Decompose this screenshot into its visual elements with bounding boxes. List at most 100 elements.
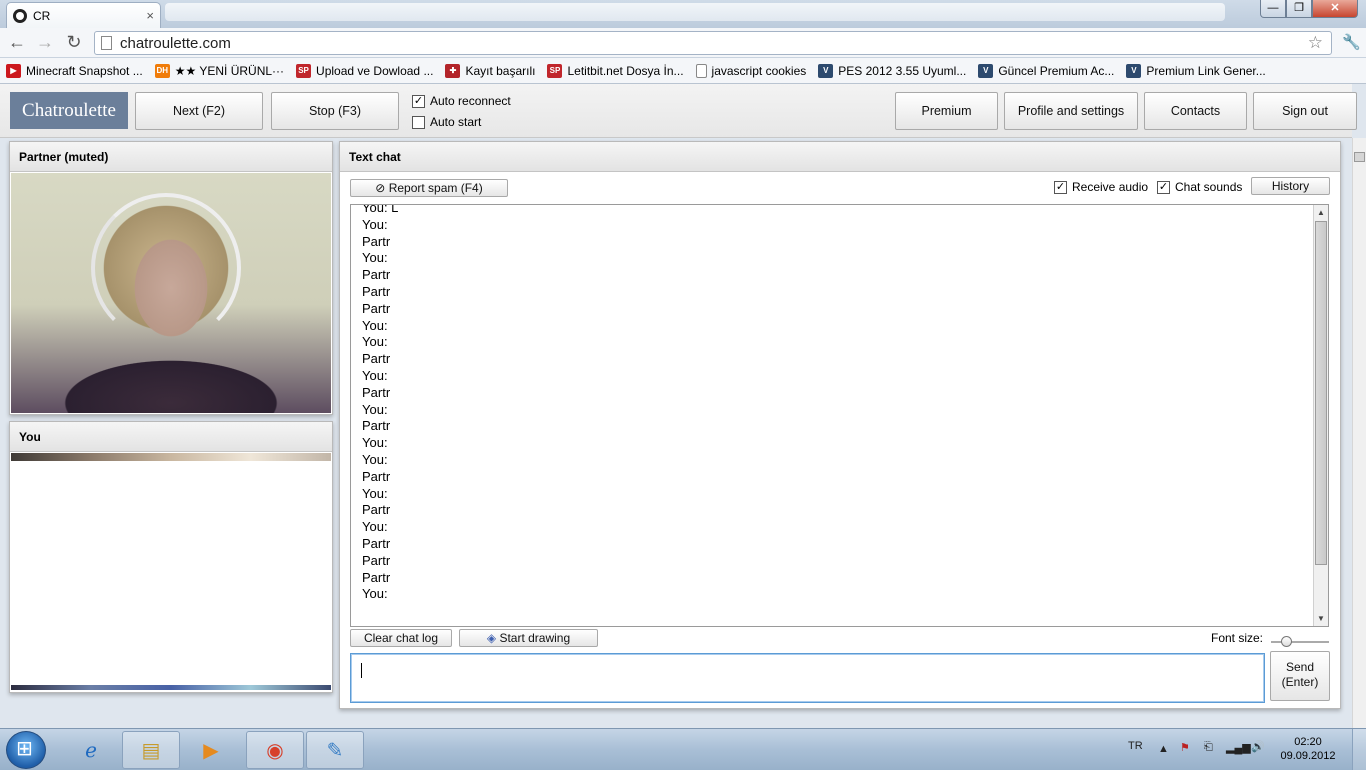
bookmark-item[interactable]: DH ★★ YENİ ÜRÜNL··· bbox=[154, 63, 284, 78]
font-size-slider[interactable] bbox=[1271, 636, 1329, 648]
chat-message: Partr bbox=[362, 267, 391, 283]
premium-button[interactable]: Premium bbox=[895, 92, 998, 130]
chat-message: Partr bbox=[362, 233, 391, 249]
chat-scrollbar[interactable]: ▲ ▼ bbox=[1313, 205, 1328, 626]
wrench-menu-icon[interactable]: 🔧 bbox=[1342, 33, 1361, 51]
next-button[interactable]: Next (F2) bbox=[135, 92, 263, 130]
minimize-button[interactable]: — bbox=[1260, 0, 1286, 18]
file-explorer-icon[interactable]: ▤ bbox=[122, 731, 180, 769]
address-bar[interactable]: chatroulette.com ☆ bbox=[94, 31, 1332, 55]
chat-message: You: bbox=[362, 250, 388, 266]
chat-message: Partr bbox=[362, 384, 391, 400]
bookmark-item[interactable]: javascript cookies bbox=[695, 63, 806, 78]
window-controls: — ❐ ✕ bbox=[1260, 0, 1358, 18]
start-drawing-button[interactable]: ◈ Start drawing bbox=[459, 629, 598, 647]
language-indicator[interactable]: TR bbox=[1128, 740, 1143, 752]
chat-message: Partr bbox=[362, 418, 391, 434]
bookmark-item[interactable]: SP Letitbit.net Dosya İn... bbox=[547, 63, 684, 78]
chatroulette-appbar: Chatroulette Next (F2) Stop (F3) ✓ Auto … bbox=[0, 84, 1357, 138]
chat-message: You: L bbox=[362, 204, 399, 215]
internet-explorer-icon[interactable]: ℯ bbox=[62, 731, 120, 769]
page-scrollbar-thumb[interactable] bbox=[1354, 152, 1365, 162]
scrollbar-thumb[interactable] bbox=[1315, 221, 1327, 565]
windows-taskbar: ℯ ▤ ▶ ◉ ✎ TR ▲ ⚑ ⎗ ▂▄▆ 🔊 02:20 09.09.201… bbox=[0, 728, 1366, 770]
self-video-strip bbox=[11, 453, 331, 461]
removable-device-icon[interactable]: ⎗ bbox=[1204, 741, 1213, 754]
bookmark-item[interactable]: V Premium Link Gener... bbox=[1126, 63, 1266, 78]
bookmark-item[interactable]: V PES 2012 3.55 Uyuml... bbox=[818, 63, 966, 78]
forward-icon[interactable]: → bbox=[34, 32, 56, 53]
receive-audio-label: Receive audio bbox=[1072, 180, 1149, 194]
chat-sounds-label: Chat sounds bbox=[1175, 180, 1243, 194]
report-spam-label: Report spam (F4) bbox=[388, 181, 483, 195]
bookmark-item[interactable]: SP Upload ve Dowload ... bbox=[296, 63, 434, 78]
scroll-down-icon[interactable]: ▼ bbox=[1314, 611, 1328, 626]
media-player-icon[interactable]: ▶ bbox=[182, 731, 240, 769]
report-spam-button[interactable]: ⊘ Report spam (F4) bbox=[350, 179, 508, 197]
checkbox-unchecked-icon[interactable] bbox=[412, 115, 425, 129]
checkbox-checked-icon[interactable]: ✓ bbox=[1054, 180, 1067, 194]
reload-icon[interactable]: ↻ bbox=[63, 32, 85, 53]
sign-out-button[interactable]: Sign out bbox=[1253, 92, 1357, 130]
clear-chat-log-button[interactable]: Clear chat log bbox=[350, 629, 452, 647]
chat-log[interactable]: You: L You: Partr You: Partr Partr Partr You: Yo… bbox=[350, 204, 1329, 627]
checkbox-checked-icon[interactable]: ✓ bbox=[1157, 180, 1170, 194]
you-panel: You bbox=[9, 421, 333, 693]
start-button-icon[interactable] bbox=[6, 731, 46, 769]
start-drawing-label: Start drawing bbox=[499, 631, 571, 645]
text-caret bbox=[361, 663, 362, 678]
volume-icon[interactable]: 🔊 bbox=[1251, 740, 1265, 753]
paint-icon[interactable]: ✎ bbox=[306, 731, 364, 769]
slider-knob[interactable] bbox=[1281, 636, 1292, 647]
bookmark-star-icon[interactable]: ☆ bbox=[1308, 33, 1323, 53]
maximize-button[interactable]: ❐ bbox=[1286, 0, 1312, 18]
chat-sounds-checkbox[interactable]: ✓ Chat sounds bbox=[1157, 180, 1242, 194]
checkbox-checked-icon[interactable]: ✓ bbox=[412, 94, 425, 108]
history-button[interactable]: History bbox=[1251, 177, 1330, 195]
action-center-icon[interactable]: ⚑ bbox=[1180, 741, 1190, 754]
system-clock[interactable]: 02:20 09.09.2012 bbox=[1278, 735, 1338, 763]
profile-settings-button[interactable]: Profile and settings bbox=[1004, 92, 1138, 130]
v-icon: V bbox=[978, 63, 994, 78]
partner-video bbox=[11, 173, 331, 413]
youtube-icon: ▶ bbox=[6, 63, 21, 78]
chatroulette-logo[interactable]: Chatroulette bbox=[10, 92, 128, 129]
bookmark-item[interactable]: ✚ Kayıt başarılı bbox=[445, 63, 535, 78]
chat-message: Partr bbox=[362, 351, 391, 367]
auto-reconnect-checkbox[interactable]: ✓ Auto reconnect bbox=[412, 94, 511, 108]
show-hidden-icons-icon[interactable]: ▲ bbox=[1158, 743, 1169, 755]
pencil-icon: ◈ bbox=[486, 631, 497, 645]
page-scrollbar[interactable] bbox=[1352, 138, 1366, 728]
page-icon bbox=[695, 63, 707, 78]
close-window-button[interactable]: ✕ bbox=[1312, 0, 1358, 18]
scroll-up-icon[interactable]: ▲ bbox=[1314, 205, 1328, 220]
stop-button[interactable]: Stop (F3) bbox=[271, 92, 399, 130]
tab-close-icon[interactable]: × bbox=[146, 8, 154, 23]
contacts-button[interactable]: Contacts bbox=[1144, 92, 1247, 130]
message-input[interactable] bbox=[350, 653, 1265, 703]
receive-audio-checkbox[interactable]: ✓ Receive audio bbox=[1054, 180, 1148, 194]
chat-message: You: bbox=[362, 485, 388, 501]
self-video-strip bbox=[11, 685, 331, 690]
bookmark-label: Upload ve Dowload ... bbox=[316, 63, 434, 78]
other-tabs[interactable] bbox=[165, 3, 1225, 21]
chatroulette-favicon-icon bbox=[13, 8, 27, 23]
browser-tab[interactable]: CR × bbox=[6, 2, 161, 28]
dh-icon: DH bbox=[154, 63, 170, 78]
chat-message: Partr bbox=[362, 535, 391, 551]
chrome-icon[interactable]: ◉ bbox=[246, 731, 304, 769]
network-signal-icon[interactable]: ▂▄▆ bbox=[1226, 741, 1251, 754]
chat-message: Partr bbox=[362, 468, 391, 484]
bookmark-item[interactable]: V Güncel Premium Ac... bbox=[978, 63, 1114, 78]
back-icon[interactable]: ← bbox=[6, 32, 28, 53]
bookmark-item[interactable]: ▶ Minecraft Snapshot ... bbox=[6, 63, 143, 78]
gift-icon: ✚ bbox=[445, 63, 461, 78]
auto-start-checkbox[interactable]: Auto start bbox=[412, 115, 481, 129]
slider-track bbox=[1271, 641, 1329, 643]
chat-message: Partr bbox=[362, 502, 391, 518]
chat-message: You: bbox=[362, 334, 388, 350]
send-button[interactable]: Send (Enter) bbox=[1270, 651, 1330, 701]
show-desktop-button[interactable] bbox=[1352, 729, 1366, 770]
url-text[interactable]: chatroulette.com bbox=[120, 35, 231, 52]
chat-message: You: bbox=[362, 451, 388, 467]
